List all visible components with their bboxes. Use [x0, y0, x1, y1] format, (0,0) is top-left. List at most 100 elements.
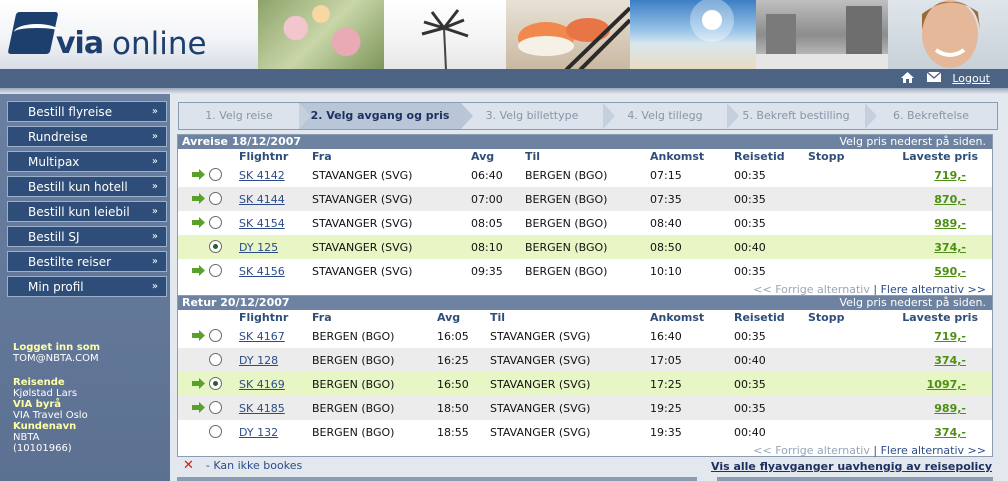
flight-number-link[interactable]: SK 4156	[239, 265, 285, 278]
return-title: Retur 20/12/2007	[182, 296, 290, 309]
from-cell: BERGEN (BGO)	[312, 378, 395, 391]
price-link[interactable]: 374,-	[934, 426, 966, 439]
to-cell: STAVANGER (SVG)	[490, 402, 591, 415]
to-cell: BERGEN (BGO)	[525, 217, 608, 230]
select-flight-radio[interactable]	[209, 329, 222, 342]
col-avg: Avg	[437, 311, 461, 324]
select-flight-radio[interactable]	[209, 216, 222, 229]
price-link[interactable]: 374,-	[934, 241, 966, 254]
col-reisetid: Reisetid	[734, 150, 785, 163]
to-cell: BERGEN (BGO)	[525, 241, 608, 254]
sidebar-item-bestill-sj[interactable]: Bestill SJ »	[7, 226, 167, 247]
logout-link[interactable]: Logout	[952, 72, 990, 85]
step-label: 2. Velg avgang og pris	[310, 109, 450, 122]
price-link[interactable]: 374,-	[934, 354, 966, 367]
flight-row[interactable]: SK 4144 STAVANGER (SVG) 07:00 BERGEN (BGO) 0…	[178, 187, 992, 211]
from-cell: BERGEN (BGO)	[312, 426, 395, 439]
top-toolbar: Logout	[0, 70, 1008, 88]
flight-row[interactable]: SK 4142 STAVANGER (SVG) 06:40 BERGEN (BGO) 0…	[178, 163, 992, 187]
sidebar-item-rundreise[interactable]: Rundreise »	[7, 126, 167, 147]
flight-number-link[interactable]: SK 4185	[239, 402, 285, 415]
departure-cell: 18:55	[437, 426, 469, 439]
price-link[interactable]: 989,-	[934, 402, 966, 415]
flight-row[interactable]: DY 132 BERGEN (BGO) 18:55 STAVANGER (SVG) 19…	[178, 420, 992, 444]
chevron-right-icon: »	[151, 256, 158, 267]
flight-row[interactable]: SK 4154 STAVANGER (SVG) 08:05 BERGEN (BGO) 0…	[178, 211, 992, 235]
arrival-cell: 19:25	[650, 402, 682, 415]
select-flight-radio[interactable]	[209, 377, 222, 390]
duration-cell: 00:40	[734, 354, 766, 367]
pager-separator: |	[869, 444, 881, 457]
sidebar-item-multipax[interactable]: Multipax »	[7, 151, 167, 172]
page-header: via online	[0, 0, 1008, 70]
col-pris: Laveste pris	[902, 150, 978, 163]
select-flight-radio[interactable]	[209, 168, 222, 181]
arrow-right-icon	[192, 193, 206, 204]
sidebar-item-bestill-kun-leiebil[interactable]: Bestill kun leiebil »	[7, 201, 167, 222]
sidebar-item-bestill-flyreise[interactable]: Bestill flyreise »	[7, 101, 167, 122]
sidebar-item-bestill-kun-hotell[interactable]: Bestill kun hotell »	[7, 176, 167, 197]
price-link[interactable]: 719,-	[934, 330, 966, 343]
price-link[interactable]: 590,-	[934, 265, 966, 278]
chevron-right-icon: »	[151, 131, 158, 142]
step-label: 6. Bekreftelse	[892, 109, 970, 122]
chevron-right-icon: »	[151, 156, 158, 167]
duration-cell: 00:40	[734, 426, 766, 439]
flight-number-link[interactable]: SK 4144	[239, 193, 285, 206]
home-icon[interactable]	[900, 71, 916, 85]
col-flightnr: Flightnr	[239, 150, 289, 163]
flight-row[interactable]: DY 128 BERGEN (BGO) 16:25 STAVANGER (SVG) 17…	[178, 348, 992, 372]
step-2: 2. Velg avgang og pris	[299, 103, 473, 129]
select-flight-radio[interactable]	[209, 240, 222, 253]
flight-row[interactable]: SK 4156 STAVANGER (SVG) 09:35 BERGEN (BGO) 1…	[178, 259, 992, 283]
flight-number-link[interactable]: DY 125	[239, 241, 278, 254]
flight-number-link[interactable]: DY 132	[239, 426, 278, 439]
chevron-right-icon: »	[151, 231, 158, 242]
departure-cell: 16:25	[437, 354, 469, 367]
all-flights-link[interactable]: Vis alle flyavganger uavhengig av reisep…	[711, 460, 992, 473]
flight-row[interactable]: DY 125 STAVANGER (SVG) 08:10 BERGEN (BGO) 08…	[178, 235, 992, 259]
pager-prev: << Forrige alternativ	[753, 444, 870, 457]
flight-row[interactable]: SK 4169 BERGEN (BGO) 16:50 STAVANGER (SVG) 1…	[178, 372, 992, 396]
flight-row[interactable]: SK 4185 BERGEN (BGO) 18:50 STAVANGER (SVG) 1…	[178, 396, 992, 420]
step-4: 4. Velg tillegg	[603, 103, 739, 129]
flight-number-link[interactable]: SK 4167	[239, 330, 285, 343]
agency-label: VIA byrå	[13, 399, 62, 410]
price-link[interactable]: 870,-	[934, 193, 966, 206]
logo-online: online	[112, 26, 207, 62]
select-flight-radio[interactable]	[209, 401, 222, 414]
duration-cell: 00:35	[734, 169, 766, 182]
arrow-right-icon	[192, 330, 206, 341]
arrival-cell: 19:35	[650, 426, 682, 439]
legend-text: - Kan ikke bookes	[205, 459, 303, 472]
price-link[interactable]: 1097,-	[927, 378, 966, 391]
sidebar-item-bestilte-reiser[interactable]: Bestilte reiser »	[7, 251, 167, 272]
footer-bar	[717, 477, 993, 481]
flight-number-link[interactable]: SK 4154	[239, 217, 285, 230]
flight-number-link[interactable]: DY 128	[239, 354, 278, 367]
return-title-bar: Retur 20/12/2007 Velg pris nederst på si…	[178, 296, 992, 310]
from-cell: STAVANGER (SVG)	[312, 241, 413, 254]
select-flight-radio[interactable]	[209, 425, 222, 438]
duration-cell: 00:35	[734, 265, 766, 278]
to-cell: BERGEN (BGO)	[525, 193, 608, 206]
arrow-right-icon	[192, 378, 206, 389]
select-flight-radio[interactable]	[209, 192, 222, 205]
select-flight-radio[interactable]	[209, 264, 222, 277]
step-label: 5. Bekreft bestilling	[742, 109, 850, 122]
to-cell: BERGEN (BGO)	[525, 265, 608, 278]
flight-number-link[interactable]: SK 4169	[239, 378, 285, 391]
sidebar-item-min-profil[interactable]: Min profil »	[7, 276, 167, 297]
flight-number-link[interactable]: SK 4142	[239, 169, 285, 182]
price-link[interactable]: 989,-	[934, 217, 966, 230]
mail-icon[interactable]	[926, 71, 942, 85]
step-label: 4. Velg tillegg	[627, 109, 703, 122]
via-online-logo[interactable]: via online	[0, 0, 258, 69]
flight-row[interactable]: SK 4167 BERGEN (BGO) 16:05 STAVANGER (SVG) 1…	[178, 324, 992, 348]
price-link[interactable]: 719,-	[934, 169, 966, 182]
step-3: 3. Velg billettype	[461, 103, 615, 129]
outbound-title-bar: Avreise 18/12/2007 Velg pris nederst på …	[178, 135, 992, 149]
select-flight-radio[interactable]	[209, 353, 222, 366]
pager-next[interactable]: Flere alternativ >>	[881, 444, 986, 457]
customer-value: NBTA	[13, 432, 40, 443]
